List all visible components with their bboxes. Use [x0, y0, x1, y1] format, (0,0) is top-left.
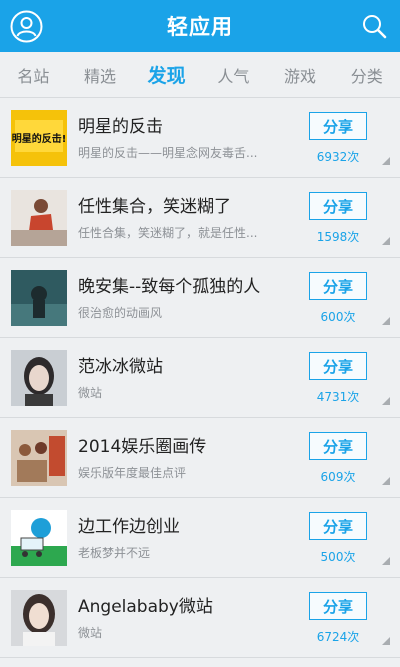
share-count: 4731次 [316, 390, 360, 404]
app-description: 很治愈的动画风 [78, 306, 163, 320]
share-count: 6724次 [316, 630, 360, 644]
app-name: 晚安集--致每个孤独的人 [78, 277, 261, 297]
tab-jingxuan[interactable]: 精选 [67, 63, 134, 87]
app-thumbnail [11, 510, 67, 566]
search-icon[interactable] [360, 12, 388, 40]
category-tabs: 名站 精选 发现 人气 游戏 分类 [0, 52, 400, 98]
corner-indicator-icon [382, 557, 390, 565]
app-thumbnail [11, 350, 67, 406]
share-button[interactable]: 分享 [309, 192, 367, 220]
share-button[interactable]: 分享 [309, 432, 367, 460]
app-description: 微站 [78, 386, 103, 400]
share-count: 500次 [320, 550, 356, 564]
app-name: 边工作边创业 [78, 517, 180, 537]
app-description: 任性合集，笑迷糊了，就是任性... [78, 226, 258, 240]
app-name: 任性集合，笑迷糊了 [78, 197, 231, 217]
tab-mingzhan[interactable]: 名站 [0, 63, 67, 87]
thumbnail-text: 明星的反击! [12, 132, 67, 145]
app-name: 明星的反击 [78, 117, 163, 137]
page-title: 轻应用 [167, 15, 233, 39]
app-name: Angelababy微站 [78, 597, 213, 617]
share-button[interactable]: 分享 [309, 112, 367, 140]
list-item[interactable]: 2014娱乐圈画传 娱乐版年度最佳点评 分享 609次 [0, 418, 400, 498]
corner-indicator-icon [382, 237, 390, 245]
app-name: 范冰冰微站 [78, 357, 163, 377]
share-count: 1598次 [316, 230, 360, 244]
app-name: 2014娱乐圈画传 [78, 437, 207, 457]
tab-faxian[interactable]: 发现 [133, 61, 200, 88]
list-item[interactable]: 范冰冰微站 微站 分享 4731次 [0, 338, 400, 418]
share-button[interactable]: 分享 [309, 512, 367, 540]
app-description: 微站 [78, 626, 103, 640]
top-bar: 轻应用 [0, 0, 400, 52]
corner-indicator-icon [382, 397, 390, 405]
share-count: 609次 [320, 470, 356, 484]
list-item[interactable]: 边工作边创业 老板梦并不远 分享 500次 [0, 498, 400, 578]
app-list: 明星的反击! 明星的反击 明星的反击——明星念网友毒舌... 分享 6932次 … [0, 98, 400, 658]
share-button[interactable]: 分享 [309, 272, 367, 300]
share-count: 600次 [320, 310, 356, 324]
share-button[interactable]: 分享 [309, 592, 367, 620]
tab-youxi[interactable]: 游戏 [267, 63, 334, 87]
list-item[interactable]: 任性集合，笑迷糊了 任性合集，笑迷糊了，就是任性... 分享 1598次 [0, 178, 400, 258]
app-thumbnail [11, 270, 67, 326]
list-item[interactable]: Angelababy微站 微站 分享 6724次 [0, 578, 400, 658]
user-avatar-icon[interactable] [10, 10, 43, 43]
corner-indicator-icon [382, 477, 390, 485]
app-thumbnail [11, 190, 67, 246]
share-count: 6932次 [316, 150, 360, 164]
corner-indicator-icon [382, 637, 390, 645]
corner-indicator-icon [382, 157, 390, 165]
share-button[interactable]: 分享 [309, 352, 367, 380]
app-description: 明星的反击——明星念网友毒舌... [78, 146, 258, 160]
app-description: 娱乐版年度最佳点评 [78, 466, 187, 480]
list-item[interactable]: 晚安集--致每个孤独的人 很治愈的动画风 分享 600次 [0, 258, 400, 338]
list-item[interactable]: 明星的反击! 明星的反击 明星的反击——明星念网友毒舌... 分享 6932次 [0, 98, 400, 178]
app-thumbnail [11, 590, 67, 646]
tab-fenlei[interactable]: 分类 [333, 63, 400, 87]
app-description: 老板梦并不远 [78, 546, 151, 560]
app-thumbnail: 明星的反击! [11, 110, 67, 166]
tab-renqi[interactable]: 人气 [200, 63, 267, 87]
corner-indicator-icon [382, 317, 390, 325]
app-thumbnail [11, 430, 67, 486]
